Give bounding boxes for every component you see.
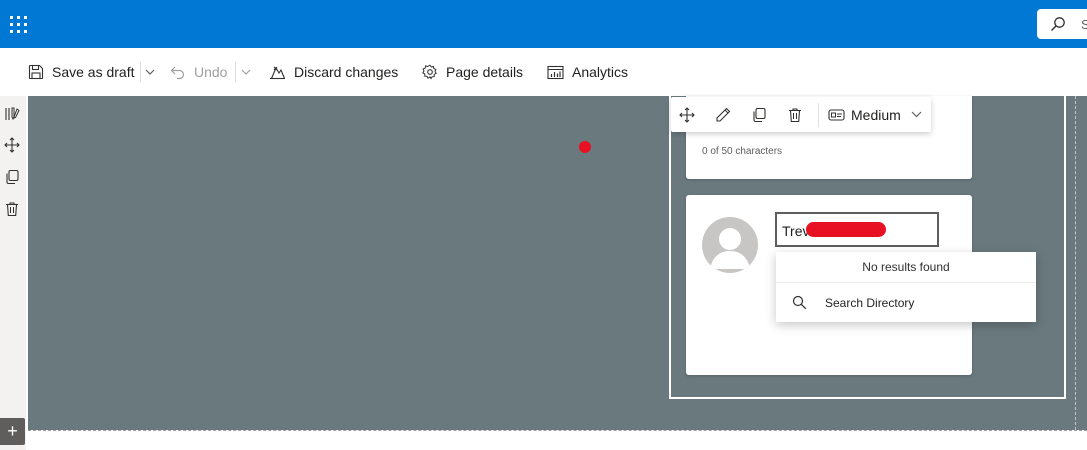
delete-section-icon[interactable] <box>2 199 22 219</box>
save-as-draft-button[interactable]: Save as draft <box>28 48 135 96</box>
search-icon <box>792 295 807 310</box>
save-icon <box>28 64 44 80</box>
edit-webpart-pencil-icon[interactable] <box>712 104 734 126</box>
search-icon <box>1051 17 1065 31</box>
no-results-message: No results found <box>776 252 1036 283</box>
search-placeholder: S <box>1081 17 1087 32</box>
save-options-chevron-icon[interactable] <box>143 64 157 80</box>
save-as-draft-label: Save as draft <box>52 64 135 80</box>
undo-label: Undo <box>194 64 228 80</box>
search-directory-label: Search Directory <box>825 295 915 310</box>
webpart-toolbar: Medium <box>671 97 931 132</box>
app-launcher-icon[interactable] <box>10 16 27 33</box>
command-bar: Save as draft Undo Discard changes Page … <box>0 48 1087 96</box>
section-boundary <box>28 430 1087 431</box>
page-details-label: Page details <box>446 64 524 80</box>
redaction-mark <box>806 222 886 237</box>
size-value: Medium <box>851 106 901 123</box>
suite-bar: S <box>0 0 1087 48</box>
duplicate-webpart-icon[interactable] <box>748 104 770 126</box>
analytics-button[interactable]: Analytics <box>547 48 628 96</box>
chevron-down-icon <box>911 111 922 118</box>
edit-section-icon[interactable] <box>2 104 22 124</box>
section-boundary <box>1075 96 1076 430</box>
move-section-icon[interactable] <box>2 135 22 155</box>
size-dropdown[interactable]: Medium <box>828 97 922 132</box>
divider <box>140 62 141 82</box>
duplicate-section-icon[interactable] <box>2 167 22 187</box>
undo-icon <box>170 66 185 80</box>
character-count: 0 of 50 characters <box>702 146 783 157</box>
divider <box>235 62 236 82</box>
move-webpart-icon[interactable] <box>676 104 698 126</box>
analytics-label: Analytics <box>572 64 629 80</box>
divider <box>818 103 819 127</box>
people-suggestions-dropdown: No results found Search Directory <box>776 252 1036 322</box>
analytics-icon <box>547 65 564 79</box>
search-box[interactable]: S <box>1037 9 1087 39</box>
plus-icon: + <box>7 421 18 441</box>
discard-changes-label: Discard changes <box>294 64 399 80</box>
section-toolbar <box>0 96 26 450</box>
delete-webpart-icon[interactable] <box>784 104 806 126</box>
discard-icon <box>270 66 286 80</box>
undo-button[interactable]: Undo <box>170 48 227 96</box>
search-directory-option[interactable]: Search Directory <box>776 283 1036 322</box>
undo-options-chevron-icon[interactable] <box>239 64 253 80</box>
add-section-button[interactable]: + <box>0 418 25 445</box>
avatar-placeholder-icon <box>702 217 758 273</box>
size-card-icon <box>828 108 845 121</box>
page-details-button[interactable]: Page details <box>422 48 523 96</box>
gear-icon <box>422 64 437 80</box>
discard-changes-button[interactable]: Discard changes <box>269 48 398 96</box>
red-dot-marker <box>579 141 591 153</box>
